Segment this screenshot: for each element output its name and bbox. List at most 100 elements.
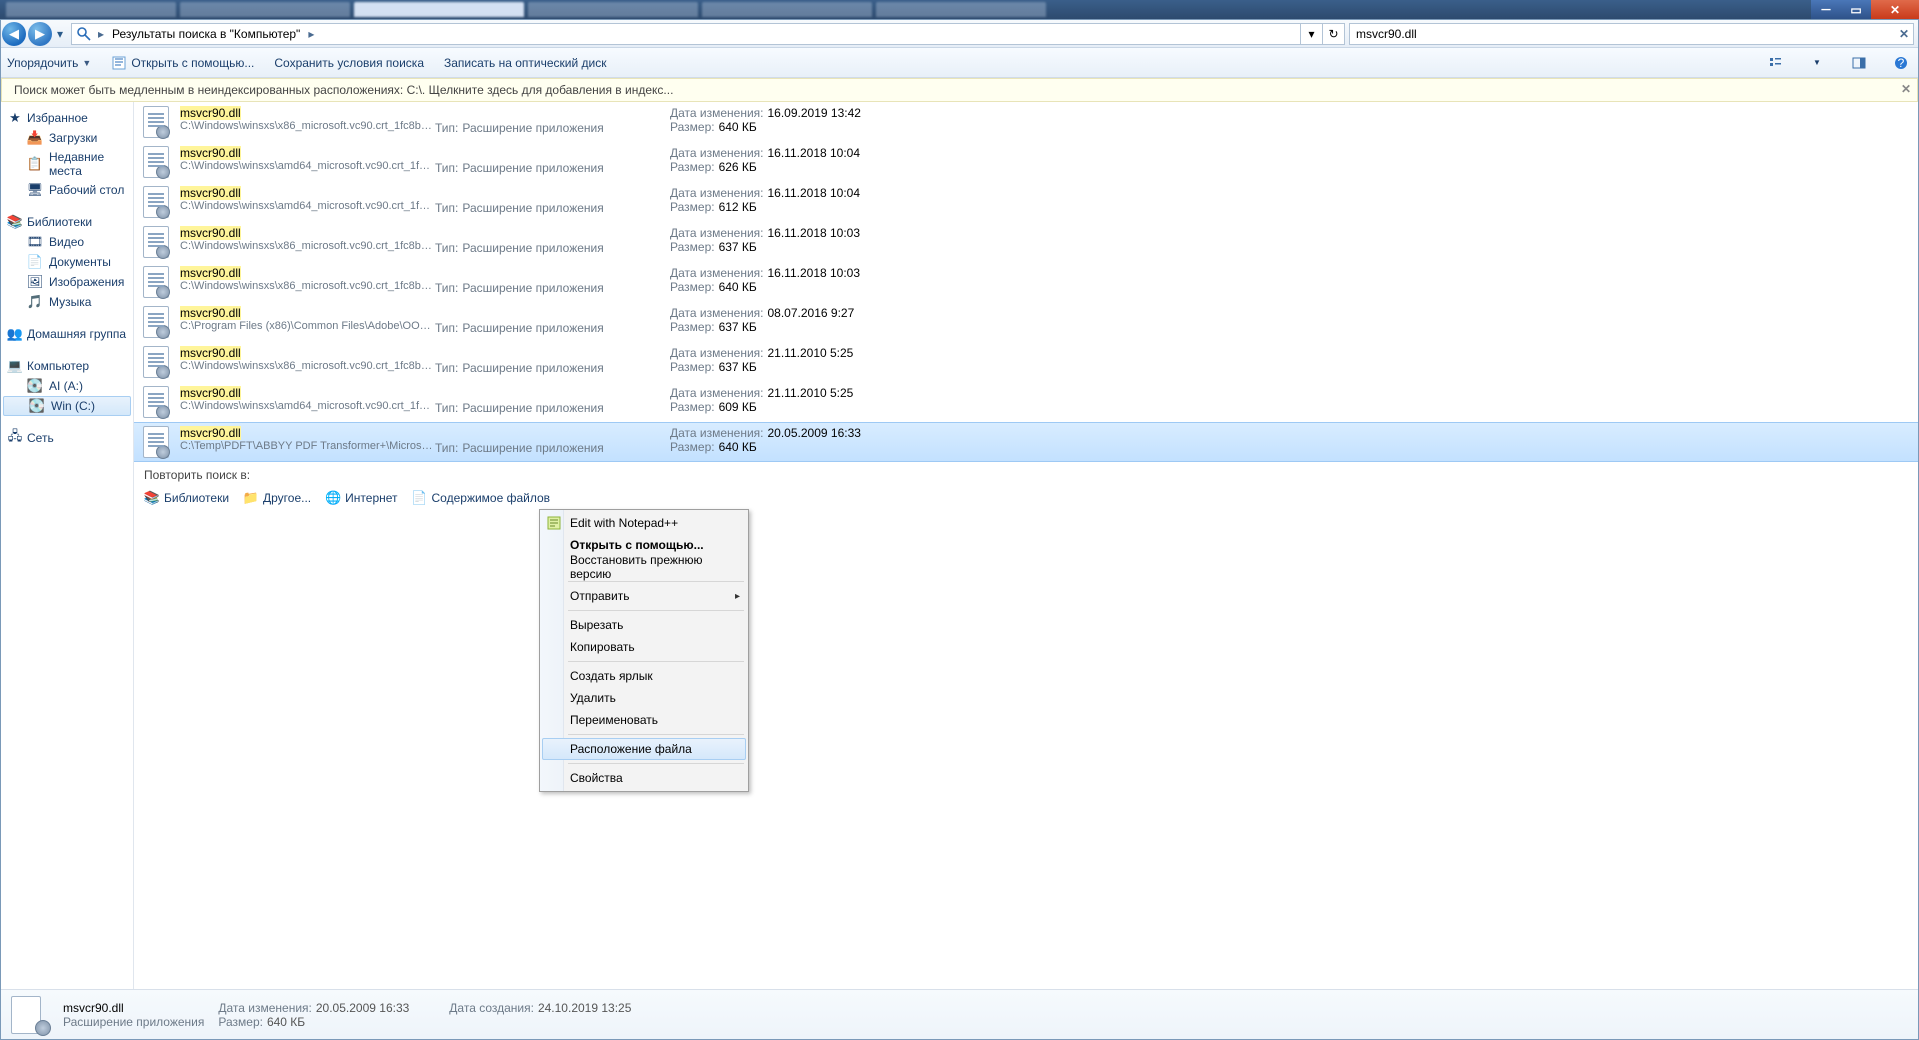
result-size: Размер:637 КБ <box>670 360 930 374</box>
repeat-search-links: 📚Библиотеки 📁Другое... 🌐Интернет 📄Содерж… <box>134 488 1918 516</box>
result-row[interactable]: msvcr90.dllC:\Windows\winsxs\amd64_micro… <box>134 182 1918 222</box>
sidebar-item-desktop[interactable]: 🖥Рабочий стол <box>1 180 133 200</box>
sidebar-libraries[interactable]: 📚 Библиотеки <box>1 212 133 232</box>
burn-button[interactable]: Записать на оптический диск <box>444 56 607 70</box>
chevron-right-icon: ▸ <box>306 27 316 41</box>
save-search-button[interactable]: Сохранить условия поиска <box>274 56 424 70</box>
minimize-button[interactable]: － <box>1811 0 1841 19</box>
result-type: Тип:Расширение приложения <box>435 426 670 455</box>
back-button[interactable]: ◀ <box>2 22 26 46</box>
navbar: ◀ ▶ ▾ ▸ Результаты поиска в "Компьютер" … <box>1 20 1918 48</box>
index-warning-bar[interactable]: Поиск может быть медленным в неиндексиро… <box>1 78 1918 102</box>
browser-tab[interactable] <box>354 2 524 17</box>
repeat-link-other[interactable]: 📁Другое... <box>243 490 311 506</box>
burn-label: Записать на оптический диск <box>444 56 607 70</box>
result-row[interactable]: msvcr90.dllC:\Windows\winsxs\x86_microso… <box>134 222 1918 262</box>
sidebar-item-downloads[interactable]: 📥Загрузки <box>1 128 133 148</box>
context-menu-item[interactable]: Копировать <box>542 636 746 658</box>
details-size: 640 КБ <box>267 1015 305 1029</box>
result-size: Размер:640 КБ <box>670 120 930 134</box>
clear-search-icon[interactable]: ✕ <box>1899 27 1909 41</box>
star-icon: ★ <box>7 110 23 126</box>
result-date: Дата изменения:20.05.2009 16:33 <box>670 426 930 440</box>
sidebar-item-drive-c[interactable]: 💽Win (C:) <box>3 396 131 416</box>
sidebar-item-documents[interactable]: 📄Документы <box>1 252 133 272</box>
search-box[interactable]: ✕ <box>1349 23 1914 45</box>
view-dropdown-button[interactable]: ▼ <box>1806 52 1828 74</box>
details-date-modified: 20.05.2009 16:33 <box>316 1001 409 1015</box>
browser-tab[interactable] <box>702 2 872 17</box>
menu-item-label: Edit with Notepad++ <box>570 516 678 530</box>
sidebar-item-recent[interactable]: 📋Недавние места <box>1 148 133 180</box>
sidebar-homegroup[interactable]: 👥 Домашняя группа <box>1 324 133 344</box>
result-row[interactable]: msvcr90.dllC:\Program Files (x86)\Common… <box>134 302 1918 342</box>
context-menu-item[interactable]: Переименовать <box>542 709 746 731</box>
result-size: Размер:640 КБ <box>670 280 930 294</box>
maximize-button[interactable]: ▭ <box>1841 0 1871 19</box>
organize-label: Упорядочить <box>7 56 78 70</box>
open-with-button[interactable]: Открыть с помощью... <box>111 55 254 71</box>
result-path: C:\Windows\winsxs\amd64_microsoft.vc90.c… <box>180 200 435 212</box>
preview-pane-button[interactable] <box>1848 52 1870 74</box>
repeat-link-contents[interactable]: 📄Содержимое файлов <box>412 490 551 506</box>
search-input[interactable] <box>1356 27 1893 41</box>
repeat-link-internet[interactable]: 🌐Интернет <box>325 490 397 506</box>
sidebar-item-videos[interactable]: 🎞Видео <box>1 232 133 252</box>
sidebar-item-music[interactable]: 🎵Музыка <box>1 292 133 312</box>
close-infobar-icon[interactable]: ✕ <box>1901 82 1911 96</box>
nav-history-dropdown[interactable]: ▾ <box>53 27 67 41</box>
result-filename: msvcr90.dll <box>180 186 241 200</box>
file-contents-icon: 📄 <box>412 490 428 506</box>
context-menu-item[interactable]: Создать ярлык <box>542 665 746 687</box>
browser-tab[interactable] <box>6 2 176 17</box>
video-icon: 🎞 <box>27 234 43 250</box>
result-filename: msvcr90.dll <box>180 306 241 320</box>
close-button[interactable]: ✕ <box>1871 0 1919 19</box>
result-filename: msvcr90.dll <box>180 226 241 240</box>
sidebar-item-drive-a[interactable]: 💽AI (A:) <box>1 376 133 396</box>
help-button[interactable]: ? <box>1890 52 1912 74</box>
context-menu-item[interactable]: Отправить <box>542 585 746 607</box>
folder-icon: 📁 <box>243 490 259 506</box>
sidebar-computer[interactable]: 💻 Компьютер <box>1 356 133 376</box>
context-menu-item[interactable]: Восстановить прежнюю версию <box>542 556 746 578</box>
result-path: C:\Program Files (x86)\Common Files\Adob… <box>180 320 435 332</box>
forward-button[interactable]: ▶ <box>28 22 52 46</box>
details-pane: msvcr90.dll Расширение приложения Дата и… <box>1 989 1918 1039</box>
context-menu-item[interactable]: Вырезать <box>542 614 746 636</box>
context-menu-item[interactable]: Edit with Notepad++ <box>542 512 746 534</box>
notepad-icon <box>546 515 562 531</box>
desktop-icon: 🖥 <box>27 182 43 198</box>
refresh-button[interactable]: ↻ <box>1323 23 1345 45</box>
context-menu-item[interactable]: Удалить <box>542 687 746 709</box>
sidebar-favorites[interactable]: ★ Избранное <box>1 108 133 128</box>
result-row[interactable]: msvcr90.dllC:\Temp\PDFT\ABBYY PDF Transf… <box>134 422 1918 462</box>
result-type: Тип:Расширение приложения <box>435 306 670 335</box>
sidebar-network[interactable]: 🖧 Сеть <box>1 428 133 448</box>
browser-tab[interactable] <box>876 2 1046 17</box>
context-menu-item[interactable]: Расположение файла <box>542 738 746 760</box>
result-row[interactable]: msvcr90.dllC:\Windows\winsxs\x86_microso… <box>134 262 1918 302</box>
browser-tab[interactable] <box>180 2 350 17</box>
result-row[interactable]: msvcr90.dllC:\Windows\winsxs\amd64_micro… <box>134 142 1918 182</box>
result-row[interactable]: msvcr90.dllC:\Windows\winsxs\x86_microso… <box>134 342 1918 382</box>
downloads-icon: 📥 <box>27 130 43 146</box>
sidebar-item-pictures[interactable]: 🖼Изображения <box>1 272 133 292</box>
context-menu-item[interactable]: Свойства <box>542 767 746 789</box>
refresh-history-button[interactable]: ▾ <box>1301 23 1323 45</box>
result-path: C:\Windows\winsxs\amd64_microsoft.vc90.c… <box>180 400 435 412</box>
menu-item-label: Удалить <box>570 691 616 705</box>
organize-button[interactable]: Упорядочить▼ <box>7 56 91 70</box>
breadcrumb-segment[interactable]: Результаты поиска в "Компьютер" <box>106 27 306 41</box>
result-row[interactable]: msvcr90.dllC:\Windows\winsxs\x86_microso… <box>134 102 1918 142</box>
file-icon <box>140 146 172 178</box>
result-type: Тип:Расширение приложения <box>435 106 670 135</box>
breadcrumb[interactable]: ▸ Результаты поиска в "Компьютер" ▸ <box>71 23 1301 45</box>
repeat-link-libraries[interactable]: 📚Библиотеки <box>144 490 229 506</box>
view-options-button[interactable] <box>1764 52 1786 74</box>
result-filename: msvcr90.dll <box>180 346 241 360</box>
result-size: Размер:626 КБ <box>670 160 930 174</box>
browser-tab[interactable] <box>528 2 698 17</box>
result-size: Размер:637 КБ <box>670 240 930 254</box>
result-row[interactable]: msvcr90.dllC:\Windows\winsxs\amd64_micro… <box>134 382 1918 422</box>
